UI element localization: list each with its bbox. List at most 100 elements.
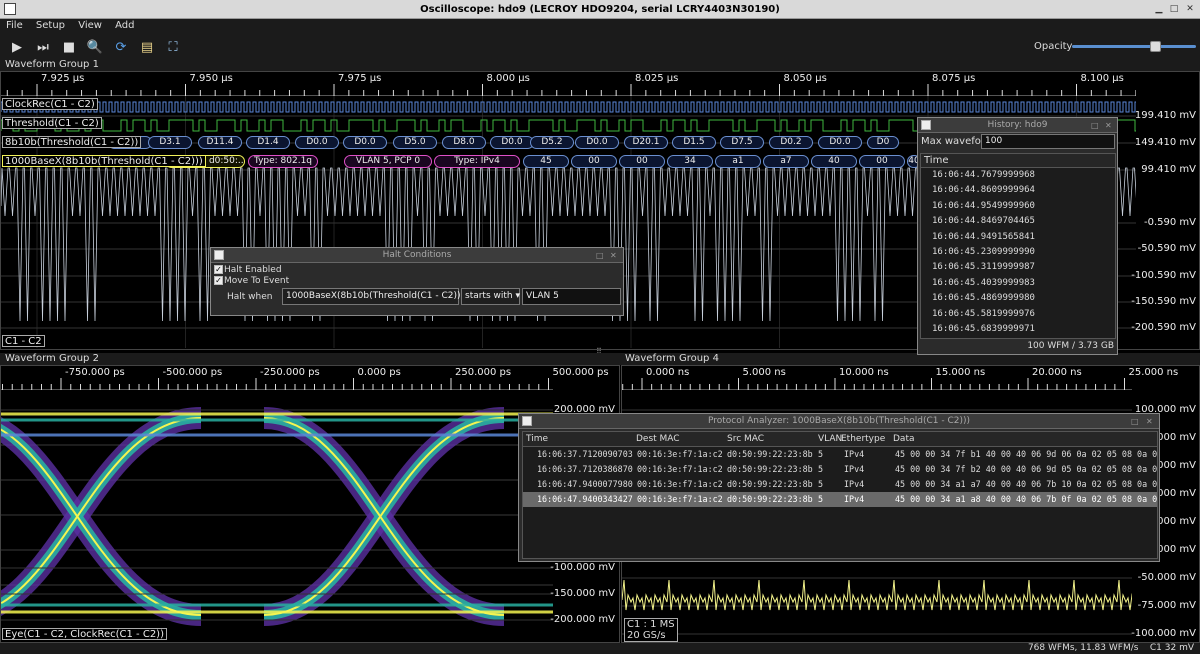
history-row[interactable]: 16:06:44.7679999968 [921, 168, 1115, 183]
column-header-data[interactable]: Data [893, 434, 915, 444]
halt-when-label: Halt when [227, 292, 273, 302]
symbol-13[interactable]: D7.5 [720, 136, 764, 149]
group1-voltage-axis: 199.410 mV 149.410 mV 99.410 mV -0.590 mV -5… [1131, 96, 1200, 348]
column-header-src-mac[interactable]: Src MAC [727, 434, 764, 444]
group1-time-ruler[interactable]: 7.925 µs 7.950 µs 7.975 µs 8.000 µs 8.025 µs… [1, 72, 1136, 96]
history-row[interactable]: 16:06:44.8469704465 [921, 214, 1115, 229]
table-row[interactable]: 16:06:37.7120386870 00:16:3e:f7:1a:c2 d0:5… [523, 462, 1157, 477]
halt-value-input[interactable]: VLAN 5 [522, 288, 621, 305]
history-row[interactable]: 16:06:44.9549999960 [921, 199, 1115, 214]
frame-field-1[interactable]: Type: 802.1q [248, 155, 318, 168]
frame-field-3[interactable]: Type: IPv4 [434, 155, 520, 168]
menu-setup[interactable]: Setup [36, 20, 65, 31]
menu-file[interactable]: File [6, 20, 23, 31]
frame-field-2[interactable]: VLAN 5, PCP 0 [344, 155, 432, 168]
opacity-slider-handle[interactable] [1150, 41, 1161, 52]
symbol-6[interactable]: D5.0 [393, 136, 437, 149]
trace-ethernet-label[interactable]: 1000BaseX(8b10b(Threshold(C1 - C2))) [2, 155, 206, 167]
zoom-button[interactable]: 🔍 [85, 37, 105, 57]
symbol-16[interactable]: D0 [867, 136, 899, 149]
menu-add[interactable]: Add [115, 20, 134, 31]
close-icon[interactable]: ✕ [1105, 118, 1112, 133]
trace-c1c2-label[interactable]: C1 - C2 [2, 335, 45, 347]
symbol-11[interactable]: D20.1 [624, 136, 668, 149]
protocol-table[interactable]: Time Dest MAC Src MAC VLAN Ethertype Data 16:… [522, 431, 1158, 559]
eye-diagram-plot[interactable] [1, 390, 553, 641]
halt-source-select[interactable]: 1000BaseX(8b10b(Threshold(C1 - C2))) ▾ [282, 288, 471, 305]
history-row[interactable]: 16:06:45.6839999971 [921, 322, 1115, 337]
column-header-time[interactable]: Time [526, 434, 548, 444]
channel-info-box[interactable]: C1 : 1 MS 20 GS/s [624, 618, 678, 642]
symbol-5[interactable]: D0.0 [343, 136, 387, 149]
group2-time-ruler[interactable]: -750.000 ps -500.000 ps -250.000 ps 0.000 p… [1, 366, 672, 390]
group4-time-ruler[interactable]: 0.000 ns 5.000 ns 10.000 ns 15.000 ns 20.000… [622, 366, 1178, 390]
frame-field-9[interactable]: a7 [763, 155, 809, 168]
symbol-10[interactable]: D0.0 [575, 136, 619, 149]
history-row[interactable]: 16:06:44.8609999964 [921, 183, 1115, 198]
history-button[interactable]: ▤ [137, 37, 157, 57]
frame-field-8[interactable]: a1 [715, 155, 761, 168]
symbol-14[interactable]: D0.2 [769, 136, 813, 149]
trace-8b10b-label[interactable]: 8b10b(Threshold(C1 - C2)) [2, 136, 142, 148]
frame-field-10[interactable]: 40 [811, 155, 857, 168]
column-header-dest-mac[interactable]: Dest MAC [636, 434, 680, 444]
opacity-slider[interactable] [1072, 45, 1196, 48]
trace-threshold-label[interactable]: Threshold(C1 - C2) [2, 117, 102, 129]
table-row[interactable]: 16:06:37.7120090703 00:16:3e:f7:1a:c2 d0:5… [523, 447, 1157, 462]
symbol-12[interactable]: D1.5 [672, 136, 716, 149]
history-dialog[interactable]: History: hdo9 □ ✕ Max waveforms 100 Time… [917, 117, 1118, 355]
restore-icon[interactable]: □ [1091, 118, 1099, 133]
column-header-ethertype[interactable]: Ethertype [841, 434, 885, 444]
maximize-icon[interactable]: □ [1168, 3, 1180, 15]
close-icon[interactable]: ✕ [1184, 3, 1196, 15]
history-row[interactable]: 16:06:45.5819999976 [921, 307, 1115, 322]
trace-clockrec-label[interactable]: ClockRec(C1 - C2) [2, 98, 98, 110]
restore-icon[interactable]: □ [1131, 414, 1139, 429]
history-row[interactable]: 16:06:44.9491565841 [921, 230, 1115, 245]
frame-field-6[interactable]: 00 [619, 155, 665, 168]
symbol-9[interactable]: D5.2 [530, 136, 574, 149]
history-row[interactable]: 16:06:45.4039999983 [921, 276, 1115, 291]
refresh-button[interactable]: ⟳ [111, 37, 131, 57]
symbol-7[interactable]: D8.0 [442, 136, 486, 149]
history-row[interactable]: 16:06:45.7829999967 [921, 337, 1115, 338]
symbol-1[interactable]: D3.1 [148, 136, 192, 149]
frame-field-7[interactable]: 34 [667, 155, 713, 168]
halt-dialog[interactable]: Halt Conditions □ ✕ ✓ Halt Enabled ✓ Move … [210, 247, 624, 316]
history-titlebar[interactable]: History: hdo9 □ ✕ [918, 118, 1117, 133]
protocol-analyzer-dialog[interactable]: Protocol Analyzer: 1000BaseX(8b10b(Thres… [518, 413, 1160, 562]
history-row[interactable]: 16:06:45.4869999980 [921, 291, 1115, 306]
restore-icon[interactable]: □ [596, 248, 604, 263]
close-icon[interactable]: ✕ [610, 248, 617, 263]
column-header-vlan[interactable]: VLAN [818, 434, 842, 444]
history-list[interactable]: Time 16:06:44.7679999968 16:06:44.8609999… [920, 153, 1116, 339]
frame-field-11[interactable]: 00 [859, 155, 905, 168]
channel-depth: C1 : 1 MS [627, 619, 675, 630]
history-row[interactable]: 16:06:45.2309999990 [921, 245, 1115, 260]
menu-view[interactable]: View [78, 20, 102, 31]
history-column-time[interactable]: Time [921, 154, 1115, 168]
symbol-3[interactable]: D1.4 [246, 136, 290, 149]
frame-field-4[interactable]: 45 [523, 155, 569, 168]
minimize-icon[interactable]: ▁ [1153, 3, 1165, 15]
fullscreen-button[interactable]: ⛶ [163, 37, 183, 57]
frame-field-5[interactable]: 00 [571, 155, 617, 168]
close-icon[interactable]: ✕ [1146, 414, 1153, 429]
halt-enabled-checkbox[interactable]: ✓ Halt Enabled [214, 265, 282, 275]
start-button[interactable]: ▶ [7, 37, 27, 57]
eye-label[interactable]: Eye(C1 - C2, ClockRec(C1 - C2)) [2, 628, 167, 640]
single-button[interactable]: ⏭ [33, 37, 53, 57]
max-waveforms-input[interactable]: 100 [981, 134, 1115, 149]
halt-titlebar[interactable]: Halt Conditions □ ✕ [211, 248, 623, 263]
symbol-2[interactable]: D11.4 [198, 136, 242, 149]
table-row[interactable]: 16:06:47.9400077980 00:16:3e:f7:1a:c2 d0:5… [523, 477, 1157, 492]
stop-button[interactable]: ■ [59, 37, 79, 57]
protocol-titlebar[interactable]: Protocol Analyzer: 1000BaseX(8b10b(Thres… [519, 414, 1159, 429]
history-row[interactable]: 16:06:45.3119999987 [921, 260, 1115, 275]
move-to-event-checkbox[interactable]: ✓ Move To Event [214, 276, 289, 286]
symbol-8[interactable]: D0.0 [490, 136, 534, 149]
symbol-4[interactable]: D0.0 [295, 136, 339, 149]
table-row[interactable]: 16:06:47.9400343427 00:16:3e:f7:1a:c2 d0:5… [523, 492, 1157, 507]
symbol-15[interactable]: D0.0 [818, 136, 862, 149]
halt-operator-select[interactable]: starts with ▾ [461, 288, 520, 305]
